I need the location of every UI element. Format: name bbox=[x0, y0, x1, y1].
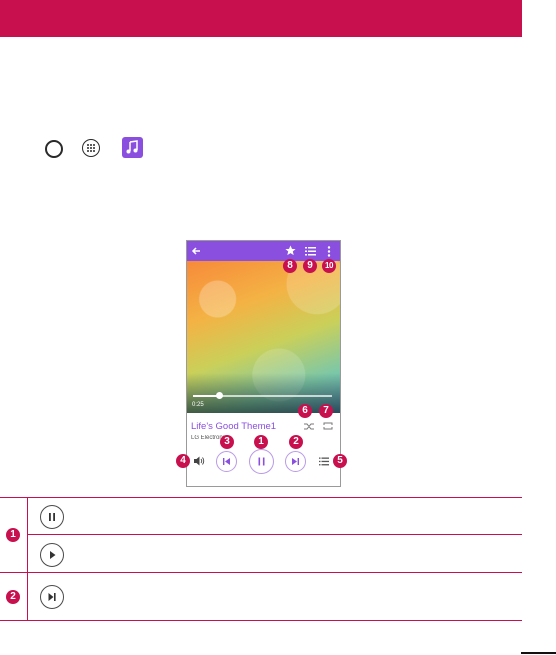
list-icon[interactable] bbox=[319, 457, 329, 466]
callout-3: 3 bbox=[220, 435, 234, 449]
page-marker bbox=[521, 652, 556, 654]
callout-1: 1 bbox=[254, 435, 268, 449]
callout-5: 5 bbox=[333, 454, 347, 468]
pause-button-sample bbox=[40, 505, 64, 529]
table-row-border bbox=[0, 572, 522, 573]
star-icon[interactable] bbox=[285, 245, 296, 256]
player-toolbar bbox=[187, 241, 340, 261]
shuffle-icon[interactable] bbox=[304, 422, 314, 431]
elapsed-time: 0:25 bbox=[192, 402, 204, 408]
volume-icon[interactable] bbox=[194, 456, 205, 466]
more-icon[interactable] bbox=[327, 246, 331, 257]
callout-7: 7 bbox=[319, 404, 333, 418]
pause-icon bbox=[258, 457, 265, 466]
next-button-sample bbox=[40, 585, 64, 609]
progress-track[interactable] bbox=[220, 395, 332, 397]
callout-4: 4 bbox=[176, 454, 190, 468]
table-column-border bbox=[27, 497, 28, 620]
album-art bbox=[187, 261, 340, 413]
play-button-sample bbox=[40, 543, 64, 567]
table-top-border bbox=[0, 497, 522, 498]
back-icon[interactable] bbox=[191, 246, 201, 256]
previous-icon bbox=[223, 458, 230, 465]
progress-thumb[interactable] bbox=[216, 392, 223, 399]
music-player-screen: 0:25 Life's Good Theme1 LG Electronics bbox=[186, 240, 341, 487]
playlist-icon[interactable] bbox=[305, 246, 316, 256]
music-app-icon[interactable] bbox=[122, 137, 143, 158]
song-title: Life's Good Theme1 bbox=[191, 421, 277, 432]
play-icon bbox=[50, 551, 56, 559]
next-icon bbox=[292, 458, 299, 465]
table-inner-border bbox=[27, 534, 522, 535]
table-number-2: 2 bbox=[6, 590, 20, 604]
callout-10: 10 bbox=[322, 259, 336, 273]
home-icon[interactable] bbox=[45, 140, 63, 158]
next-button[interactable] bbox=[285, 451, 306, 472]
repeat-icon[interactable] bbox=[323, 421, 333, 431]
pause-button[interactable] bbox=[249, 449, 274, 474]
callout-6: 6 bbox=[298, 404, 312, 418]
pause-icon bbox=[49, 513, 55, 521]
callout-9: 9 bbox=[303, 259, 317, 273]
table-number-1: 1 bbox=[6, 528, 20, 542]
callout-2: 2 bbox=[289, 435, 303, 449]
previous-button[interactable] bbox=[216, 451, 237, 472]
table-bottom-border bbox=[0, 620, 522, 621]
apps-icon[interactable] bbox=[82, 139, 100, 157]
header-bar bbox=[0, 0, 522, 37]
next-icon bbox=[48, 593, 56, 601]
callout-8: 8 bbox=[283, 259, 297, 273]
